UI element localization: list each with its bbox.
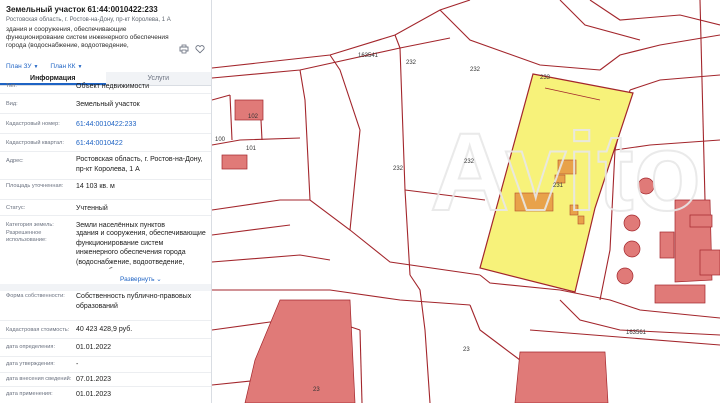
row-kind: Вид: Земельный участок bbox=[0, 94, 211, 114]
label-163541: 163541 bbox=[358, 53, 379, 59]
row-date-determined: дата определения: 01.01.2022 bbox=[0, 339, 211, 357]
parcel-description: здания и сооружения, обеспечивающие функ… bbox=[6, 26, 169, 49]
label-102: 102 bbox=[248, 114, 259, 120]
label-100: 100 bbox=[215, 137, 226, 143]
parcel-title: Земельный участок 61:44:0010422:233 bbox=[6, 5, 158, 14]
plan-links: План ЗУ ▼ План КК ▼ bbox=[0, 60, 211, 72]
expand-link[interactable]: Развернуть ⌄ bbox=[120, 275, 162, 283]
chevron-down-icon: ⌄ bbox=[156, 276, 162, 283]
row-ownership: Форма собственности: Собственность публи… bbox=[0, 291, 211, 321]
parcel-address: Ростовская область, г. Ростов-на-Дону, п… bbox=[6, 17, 171, 23]
label-23-b: 23 bbox=[313, 387, 320, 393]
label-232-c: 232 bbox=[393, 166, 404, 172]
row-area: Площадь уточненная: 14 103 кв. м bbox=[0, 180, 211, 200]
row-land-category: Категория земель: Земли населённых пункт… bbox=[6, 222, 166, 229]
label-101: 101 bbox=[246, 146, 257, 152]
label-232-b: 232 bbox=[470, 67, 481, 73]
attribute-table: Тип: Объект недвижимости Вид: Земельный … bbox=[0, 78, 211, 403]
cadastral-map-screen: Avito 163541 232 232 232 232 233 231 102… bbox=[0, 0, 720, 403]
row-date-applied: дата применения: 01.01.2023 bbox=[6, 391, 112, 398]
row-address: Адрес: Ростовская область, г. Ростов-на-… bbox=[0, 152, 211, 180]
row-cadastral-number: Кадастровый номер: 61:44:0010422:233 bbox=[0, 114, 211, 134]
row-cadastral-quarter: Кадастровый квартал: 61:44:0010422 bbox=[0, 134, 211, 152]
section-separator bbox=[0, 284, 211, 291]
header-actions bbox=[179, 44, 205, 54]
favorite-icon[interactable] bbox=[195, 44, 205, 54]
row-date-approved: дата утверждения: - bbox=[0, 357, 211, 373]
label-23-a: 23 bbox=[463, 347, 470, 353]
plan-zu-link[interactable]: План ЗУ ▼ bbox=[6, 63, 38, 70]
plan-kk-link[interactable]: План КК ▼ bbox=[50, 63, 82, 70]
label-232-d: 232 bbox=[464, 159, 475, 165]
row-date-entered: дата внесения сведений: 07.01.2023 bbox=[0, 373, 211, 387]
print-icon[interactable] bbox=[179, 44, 189, 54]
row-status: Статус: Учтенный bbox=[0, 200, 211, 216]
row-permitted-use: Разрешенное использование: здания и соор… bbox=[6, 230, 206, 269]
info-panel: Земельный участок 61:44:0010422:233 Рост… bbox=[0, 0, 212, 403]
label-163561: 163561 bbox=[626, 330, 647, 336]
row-type: Тип: Объект недвижимости bbox=[0, 78, 211, 94]
label-233: 233 bbox=[540, 75, 551, 81]
cadastral-quarter-link[interactable]: 61:44:0010422 bbox=[76, 139, 206, 149]
panel-header: Земельный участок 61:44:0010422:233 Рост… bbox=[0, 0, 211, 60]
row-cadastral-value: Кадастровая стоимость: 40 423 428,9 руб. bbox=[0, 321, 211, 339]
label-232-a: 232 bbox=[406, 60, 417, 66]
watermark-text: Avito bbox=[430, 111, 701, 234]
cadastral-number-link[interactable]: 61:44:0010422:233 bbox=[76, 120, 206, 130]
label-231: 231 bbox=[553, 183, 564, 189]
